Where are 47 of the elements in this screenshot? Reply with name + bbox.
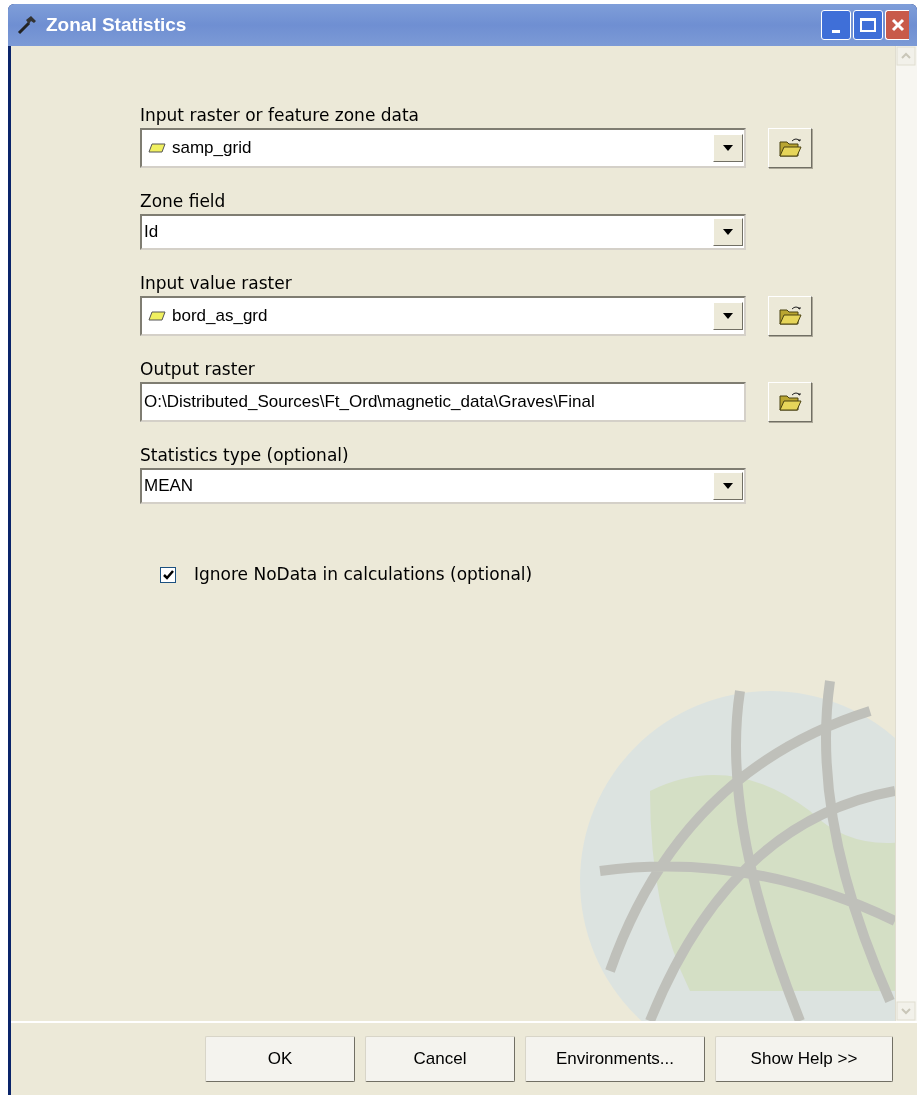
caret-icon — [723, 313, 733, 319]
scrollbar[interactable] — [895, 46, 917, 1021]
maximize-button[interactable] — [853, 10, 883, 40]
minimize-button[interactable] — [821, 10, 851, 40]
field-value: O:\Distributed_Sources\Ft_Ord\magnetic_data\Graves\Final — [144, 391, 595, 414]
field-label: Output raster — [140, 358, 256, 380]
browse-button[interactable] — [768, 382, 812, 422]
hammer-icon — [16, 14, 38, 36]
checkbox[interactable] — [160, 566, 176, 583]
checkbox-label: Ignore NoData in calculations (optional) — [194, 563, 533, 586]
caret-icon — [723, 145, 733, 151]
field-label: Zone field — [140, 190, 227, 212]
check-icon — [162, 569, 174, 580]
field-label: Input raster or feature zone data — [140, 104, 421, 126]
open-folder-icon — [778, 305, 802, 327]
field-label: Statistics type (optional) — [140, 444, 350, 466]
caret-icon — [723, 229, 733, 235]
close-icon — [890, 18, 905, 32]
dropdown-field[interactable]: samp_grid — [140, 128, 746, 168]
browse-button[interactable] — [768, 296, 812, 336]
dropdown-button[interactable] — [713, 218, 743, 246]
field-value: samp_grid — [172, 137, 252, 160]
window-title: Zonal Statistics — [46, 12, 187, 37]
dialog-button[interactable]: Cancel — [365, 1036, 515, 1082]
dropdown-button[interactable] — [713, 302, 743, 330]
raster-layer-icon — [148, 143, 166, 153]
browse-button[interactable] — [768, 128, 812, 168]
input-field[interactable]: O:\Distributed_Sources\Ft_Ord\magnetic_data\Graves\Final — [140, 382, 746, 422]
dialog-button[interactable]: Show Help >> — [715, 1036, 893, 1082]
dropdown-field[interactable]: Id — [140, 214, 746, 250]
dropdown-button[interactable] — [713, 134, 743, 162]
dropdown-field[interactable]: MEAN — [140, 468, 746, 504]
caret-icon — [723, 483, 733, 489]
raster-layer-icon — [148, 311, 166, 321]
field-value: bord_as_grd — [172, 305, 268, 328]
open-folder-icon — [778, 391, 802, 413]
field-value: Id — [144, 221, 159, 244]
field-value: MEAN — [144, 475, 194, 498]
minimize-icon — [832, 30, 840, 33]
open-folder-icon — [778, 137, 802, 159]
maximize-icon — [860, 18, 876, 32]
dropdown-field[interactable]: bord_as_grd — [140, 296, 746, 336]
close-button[interactable] — [885, 10, 909, 40]
dialog-button[interactable]: OK — [205, 1036, 355, 1082]
dropdown-button[interactable] — [713, 472, 743, 500]
field-label: Input value raster — [140, 272, 293, 294]
dialog-button[interactable]: Environments... — [525, 1036, 705, 1082]
